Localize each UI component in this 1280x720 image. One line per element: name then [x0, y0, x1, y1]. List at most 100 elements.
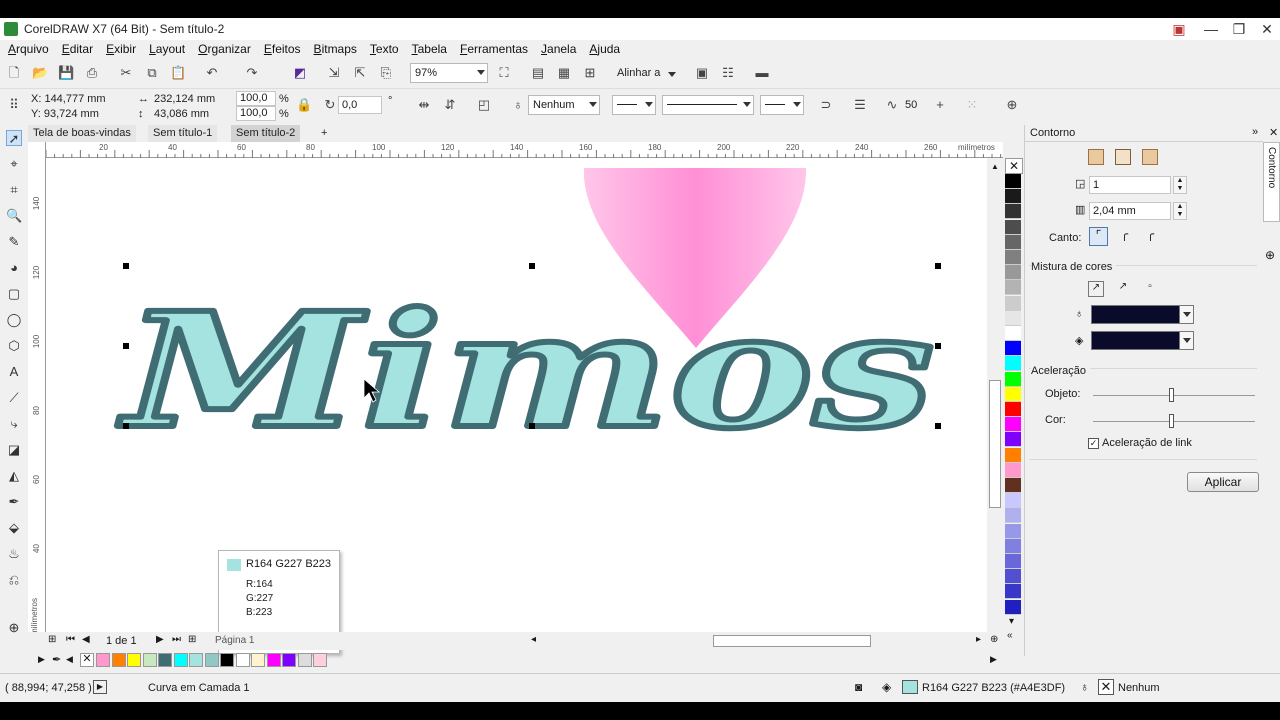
- parallel-dimension-icon[interactable]: ⟋: [6, 390, 22, 406]
- minimize-button[interactable]: —: [1200, 20, 1222, 38]
- outline-color-swatch[interactable]: [1091, 305, 1187, 324]
- link-acceleration-checkbox[interactable]: ✓: [1088, 438, 1099, 449]
- outline-color-dropdown[interactable]: [1179, 305, 1194, 324]
- steps-spinner[interactable]: ▲ ▼: [1173, 176, 1187, 194]
- nodes-grid-icon[interactable]: ⁙: [964, 97, 980, 113]
- object-width[interactable]: 232,124 mm: [154, 93, 215, 105]
- new-document-icon[interactable]: 🗋: [6, 65, 22, 81]
- curve-smoothness-value[interactable]: 50: [905, 99, 917, 111]
- palette-swatch[interactable]: [1005, 447, 1021, 463]
- horizontal-scrollbar[interactable]: ⊞ ⏮ ◀ 1 de 1 ▶ ⏭ ⊞ Página 1 ◂ ▸ ⊕: [28, 632, 1003, 650]
- color-acceleration-track[interactable]: [1093, 421, 1255, 422]
- undo-icon[interactable]: ↶: [204, 65, 220, 81]
- zoom-tool-icon[interactable]: 🔍: [6, 208, 22, 224]
- status-fill-swatch[interactable]: [902, 680, 918, 694]
- document-palette-swatch[interactable]: [220, 653, 234, 667]
- text-wrap-icon[interactable]: ☰: [852, 97, 868, 113]
- palette-swatch[interactable]: [1005, 523, 1021, 539]
- document-palette-swatch[interactable]: [173, 653, 188, 667]
- menu-ajuda[interactable]: Ajuda: [589, 42, 620, 56]
- palette-swatch[interactable]: [1005, 432, 1021, 448]
- offset-input[interactable]: 2,04 mm: [1089, 202, 1171, 220]
- palette-swatch[interactable]: [1005, 174, 1021, 189]
- palette-swatch[interactable]: [1005, 584, 1021, 600]
- docker-side-tab[interactable]: Contorno: [1263, 142, 1280, 222]
- document-palette-swatch[interactable]: [189, 653, 203, 667]
- blend-clockwise-icon[interactable]: ↗: [1115, 281, 1131, 297]
- object-acceleration-track[interactable]: [1093, 395, 1255, 396]
- vertical-scrollbar[interactable]: ▲: [987, 158, 1003, 632]
- document-palette-swatch[interactable]: [142, 653, 157, 667]
- palette-swatch[interactable]: [1005, 234, 1021, 250]
- rectangle-tool-icon[interactable]: ▢: [6, 286, 22, 302]
- outline-width-select[interactable]: Nenhum: [528, 95, 600, 115]
- corner-round-icon[interactable]: ╭: [1115, 227, 1134, 246]
- polygon-tool-icon[interactable]: ⬡: [6, 338, 22, 354]
- document-palette-swatch[interactable]: [158, 653, 172, 667]
- palette-swatch[interactable]: [1005, 554, 1021, 569]
- prev-page-icon[interactable]: ◀: [82, 634, 90, 645]
- palette-scroll-left-icon[interactable]: ◀: [66, 654, 73, 665]
- paste-icon[interactable]: 📋: [170, 65, 186, 81]
- palette-swatch[interactable]: [1005, 538, 1021, 554]
- ellipse-tool-icon[interactable]: ◯: [6, 312, 22, 328]
- document-palette-swatch[interactable]: [282, 653, 296, 667]
- document-palette-swatch[interactable]: [96, 653, 110, 667]
- palette-swatch[interactable]: [1005, 417, 1021, 433]
- docker-add-icon[interactable]: ⊕: [1265, 248, 1275, 262]
- offset-spinner[interactable]: ▲ ▼: [1173, 202, 1187, 220]
- document-palette-swatch[interactable]: [127, 653, 141, 667]
- rotation-angle-input[interactable]: 0,0: [338, 96, 382, 114]
- user-icon[interactable]: ▣: [1168, 20, 1190, 38]
- palette-swatch[interactable]: [1005, 371, 1021, 387]
- object-origin-icon[interactable]: ⠿: [6, 97, 22, 113]
- application-launcher-icon[interactable]: ▬: [754, 65, 770, 81]
- restore-button[interactable]: ❐: [1228, 20, 1250, 38]
- object-acceleration-slider[interactable]: [1169, 388, 1174, 402]
- mirror-vertical-icon[interactable]: ⇵: [442, 97, 458, 113]
- first-page-icon[interactable]: ⊞: [48, 634, 56, 645]
- save-icon[interactable]: 💾: [58, 65, 74, 81]
- document-palette-swatch[interactable]: [251, 653, 265, 667]
- vertical-scroll-thumb[interactable]: [989, 380, 1001, 508]
- copy-icon[interactable]: ⧉: [144, 65, 160, 81]
- import-icon[interactable]: ⇲: [326, 65, 342, 81]
- palette-swatch[interactable]: [1005, 219, 1021, 235]
- line-style-select[interactable]: [662, 95, 754, 115]
- drop-shadow-icon[interactable]: ◪: [6, 442, 22, 458]
- palette-swatch[interactable]: [1005, 310, 1021, 326]
- tab-untitled-1[interactable]: Sem título-1: [148, 125, 218, 142]
- palette-swatch[interactable]: [1005, 493, 1021, 509]
- document-palette-swatch[interactable]: [297, 653, 312, 667]
- palette-swatch[interactable]: [1005, 599, 1021, 615]
- outline-color-icon[interactable]: [1088, 149, 1104, 165]
- scale-y-input[interactable]: 100,0: [236, 106, 276, 121]
- no-color-swatch[interactable]: ✕: [1005, 158, 1023, 174]
- horizontal-scroll-thumb[interactable]: [713, 635, 871, 647]
- palette-swatch[interactable]: [1005, 508, 1021, 524]
- start-arrowhead-select[interactable]: [612, 95, 656, 115]
- object-height[interactable]: 43,086 mm: [154, 108, 209, 120]
- smart-fill-bucket-icon[interactable]: ♨: [6, 546, 22, 562]
- search-content-icon[interactable]: ◩: [292, 65, 308, 81]
- transparency-tool-icon[interactable]: ◭: [6, 468, 22, 484]
- status-play-icon[interactable]: ▶: [93, 680, 107, 694]
- bottom-no-color-swatch[interactable]: ✕: [80, 653, 94, 667]
- menu-efeitos[interactable]: Efeitos: [264, 42, 301, 56]
- zoom-navigator-icon[interactable]: ⊕: [990, 634, 998, 645]
- color-proof-icon[interactable]: ◙: [855, 680, 862, 694]
- options-icon[interactable]: ☷: [720, 65, 736, 81]
- new-tab-icon[interactable]: +: [316, 125, 332, 142]
- palette-swatch[interactable]: [1005, 204, 1021, 220]
- outline-fill-icon[interactable]: [1142, 149, 1158, 165]
- lock-ratio-icon[interactable]: 🔒: [296, 97, 312, 113]
- palette-swatch[interactable]: [1005, 356, 1021, 372]
- fill-color-swatch[interactable]: [1091, 331, 1187, 350]
- add-toolbar-icon[interactable]: ⊕: [1004, 97, 1020, 113]
- zoom-level-select[interactable]: 97%: [410, 63, 488, 83]
- apply-button[interactable]: Aplicar: [1187, 472, 1259, 492]
- publish-pdf-icon[interactable]: ⎘: [378, 65, 394, 81]
- crop-tool-icon[interactable]: ⌗: [6, 182, 22, 198]
- to-curves-icon[interactable]: ◰: [476, 97, 492, 113]
- align-to-dropdown-icon[interactable]: [668, 72, 676, 77]
